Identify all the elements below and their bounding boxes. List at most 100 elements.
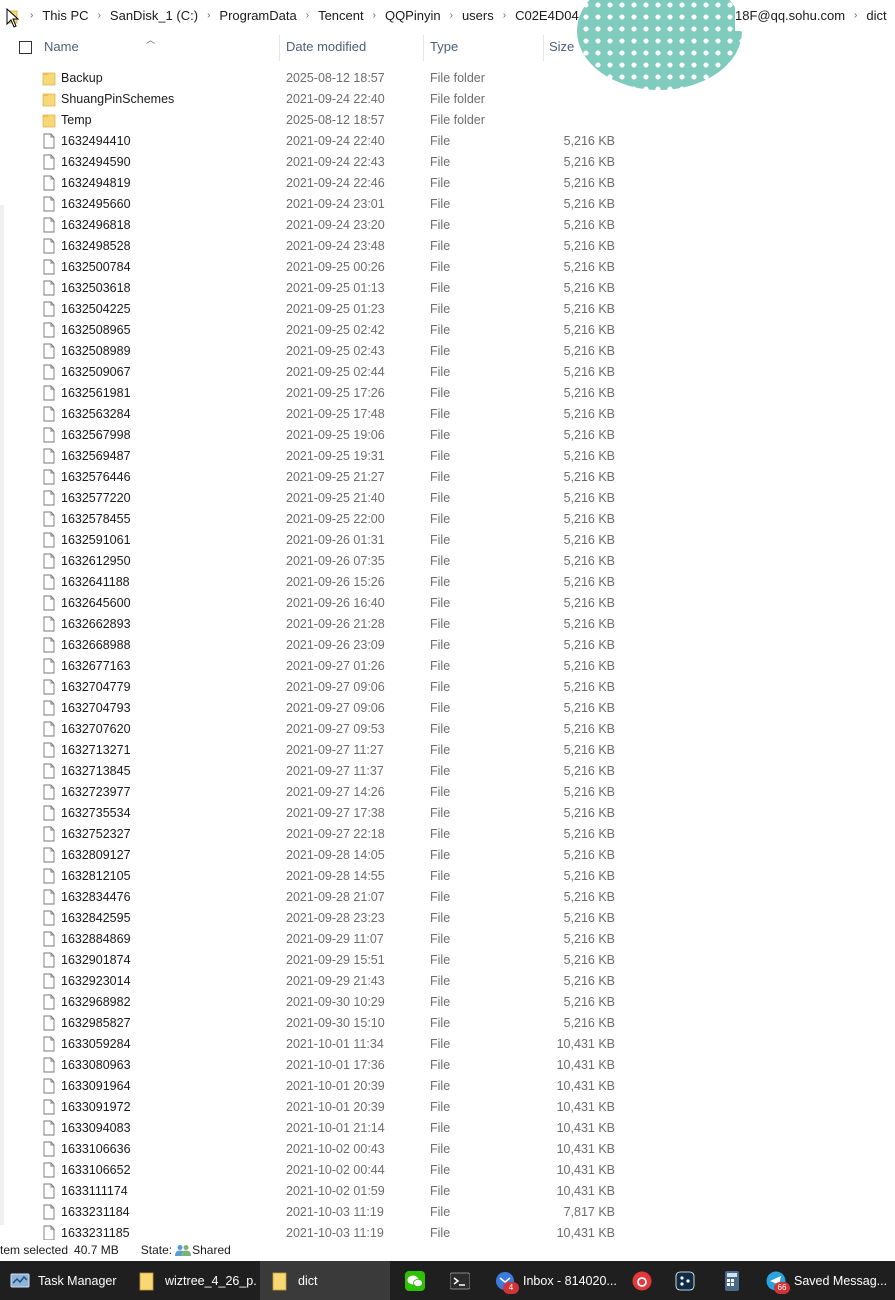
- breadcrumb-item[interactable]: C02E4D04: [515, 8, 579, 23]
- file-row[interactable]: 1632645600 2021-09-26 16:40 File 5,216 KB: [0, 593, 895, 614]
- taskbar-deepl[interactable]: [665, 1261, 705, 1300]
- file-row[interactable]: 1632968982 2021-09-30 10:29 File 5,216 KB: [0, 992, 895, 1013]
- column-divider[interactable]: [279, 35, 280, 61]
- file-date: 2021-09-24 23:48: [286, 239, 385, 253]
- folder-row[interactable]: ShuangPinSchemes 2021-09-24 22:40 File fol…: [0, 89, 895, 110]
- file-row[interactable]: 1632561981 2021-09-25 17:26 File 5,216 KB: [0, 383, 895, 404]
- breadcrumb-chevron-icon[interactable]: ›: [373, 10, 376, 21]
- breadcrumb-item[interactable]: QQPinyin: [385, 8, 441, 23]
- column-divider[interactable]: [543, 35, 544, 61]
- file-row[interactable]: 1632591061 2021-09-26 01:31 File 5,216 KB: [0, 530, 895, 551]
- taskbar-wechat[interactable]: [395, 1261, 437, 1300]
- file-row[interactable]: 1632713845 2021-09-27 11:37 File 5,216 KB: [0, 761, 895, 782]
- folder-row[interactable]: Temp 2025-08-12 18:57 File folder: [0, 110, 895, 131]
- file-row[interactable]: 1632752327 2021-09-27 22:18 File 5,216 KB: [0, 824, 895, 845]
- breadcrumb-chevron-icon[interactable]: ›: [503, 10, 506, 21]
- file-row[interactable]: 1632668988 2021-09-26 23:09 File 5,216 KB: [0, 635, 895, 656]
- file-row[interactable]: 1632563284 2021-09-25 17:48 File 5,216 KB: [0, 404, 895, 425]
- file-row[interactable]: 1632494819 2021-09-24 22:46 File 5,216 KB: [0, 173, 895, 194]
- file-row[interactable]: 1632735534 2021-09-27 17:38 File 5,216 KB: [0, 803, 895, 824]
- taskbar-dict[interactable]: dict: [260, 1261, 390, 1300]
- file-row[interactable]: 1632509067 2021-09-25 02:44 File 5,216 KB: [0, 362, 895, 383]
- file-row[interactable]: 1632923014 2021-09-29 21:43 File 5,216 KB: [0, 971, 895, 992]
- file-row[interactable]: 1632842595 2021-09-28 23:23 File 5,216 KB: [0, 908, 895, 929]
- column-size[interactable]: Size: [549, 39, 574, 54]
- breadcrumb-chevron-icon[interactable]: ›: [854, 10, 857, 21]
- file-row[interactable]: 1632498528 2021-09-24 23:48 File 5,216 KB: [0, 236, 895, 257]
- file-row[interactable]: 1633091964 2021-10-01 20:39 File 10,431 KB: [0, 1076, 895, 1097]
- file-row[interactable]: 1633080963 2021-10-01 17:36 File 10,431 KB: [0, 1055, 895, 1076]
- file-row[interactable]: 1633094083 2021-10-01 21:14 File 10,431 KB: [0, 1118, 895, 1139]
- file-name: 1632884869: [61, 932, 131, 946]
- taskbar-calculator[interactable]: [712, 1261, 752, 1300]
- file-row[interactable]: 1632809127 2021-09-28 14:05 File 5,216 KB: [0, 845, 895, 866]
- taskbar-music[interactable]: [622, 1261, 660, 1300]
- breadcrumb-chevron-icon[interactable]: ›: [98, 10, 101, 21]
- file-row[interactable]: 1632901874 2021-09-29 15:51 File 5,216 KB: [0, 950, 895, 971]
- file-size: 7,817 KB: [563, 1205, 615, 1219]
- breadcrumb-chevron-icon[interactable]: ›: [207, 10, 210, 21]
- file-row[interactable]: 1632812105 2021-09-28 14:55 File 5,216 KB: [0, 866, 895, 887]
- file-row[interactable]: 1632494410 2021-09-24 22:40 File 5,216 KB: [0, 131, 895, 152]
- file-type: File folder: [430, 113, 485, 127]
- taskbar-task-manager[interactable]: Task Manager: [0, 1261, 122, 1300]
- folder-row[interactable]: Backup 2025-08-12 18:57 File folder: [0, 68, 895, 89]
- file-row[interactable]: 1632504225 2021-09-25 01:23 File 5,216 KB: [0, 299, 895, 320]
- taskbar-inbox[interactable]: 4 Inbox - 814020...: [485, 1261, 620, 1300]
- file-row[interactable]: 1633106636 2021-10-02 00:43 File 10,431 KB: [0, 1139, 895, 1160]
- breadcrumb-item[interactable]: dict: [866, 8, 886, 23]
- file-row[interactable]: 1633231184 2021-10-03 11:19 File 7,817 KB: [0, 1202, 895, 1223]
- file-type: File: [430, 386, 451, 400]
- taskbar-wiztree[interactable]: wiztree_4_26_p...: [127, 1261, 257, 1300]
- file-row[interactable]: 1632612950 2021-09-26 07:35 File 5,216 KB: [0, 551, 895, 572]
- column-type[interactable]: Type: [430, 39, 458, 54]
- breadcrumb-item[interactable]: Tencent: [318, 8, 364, 23]
- file-row[interactable]: 1632704779 2021-09-27 09:06 File 5,216 KB: [0, 677, 895, 698]
- file-row[interactable]: 1632508965 2021-09-25 02:42 File 5,216 KB: [0, 320, 895, 341]
- file-row[interactable]: 1632494590 2021-09-24 22:43 File 5,216 KB: [0, 152, 895, 173]
- file-row[interactable]: 1632985827 2021-09-30 15:10 File 5,216 KB: [0, 1013, 895, 1034]
- file-row[interactable]: 1632500784 2021-09-25 00:26 File 5,216 KB: [0, 257, 895, 278]
- file-row[interactable]: 1632884869 2021-09-29 11:07 File 5,216 KB: [0, 929, 895, 950]
- column-divider[interactable]: [423, 35, 424, 61]
- file-row[interactable]: 1632503618 2021-09-25 01:13 File 5,216 KB: [0, 278, 895, 299]
- select-all-checkbox[interactable]: [19, 41, 32, 54]
- breadcrumb-chevron-icon[interactable]: ›: [30, 10, 33, 21]
- file-row[interactable]: 1632834476 2021-09-28 21:07 File 5,216 KB: [0, 887, 895, 908]
- file-icon: [43, 175, 55, 191]
- file-date: 2021-09-26 23:09: [286, 638, 385, 652]
- file-type: File: [430, 701, 451, 715]
- file-row[interactable]: 1632508989 2021-09-25 02:43 File 5,216 KB: [0, 341, 895, 362]
- breadcrumb-item[interactable]: This PC: [42, 8, 88, 23]
- file-row[interactable]: 1632707620 2021-09-27 09:53 File 5,216 KB: [0, 719, 895, 740]
- taskbar-telegram[interactable]: 66 Saved Messag...: [756, 1261, 895, 1300]
- file-row[interactable]: 1632496818 2021-09-24 23:20 File 5,216 KB: [0, 215, 895, 236]
- file-row[interactable]: 1632704793 2021-09-27 09:06 File 5,216 KB: [0, 698, 895, 719]
- file-row[interactable]: 1633059284 2021-10-01 11:34 File 10,431 KB: [0, 1034, 895, 1055]
- file-row[interactable]: 1632577220 2021-09-25 21:40 File 5,216 KB: [0, 488, 895, 509]
- file-row[interactable]: 1632662893 2021-09-26 21:28 File 5,216 KB: [0, 614, 895, 635]
- file-row[interactable]: 1632677163 2021-09-27 01:26 File 5,216 KB: [0, 656, 895, 677]
- breadcrumb-chevron-icon[interactable]: ›: [450, 10, 453, 21]
- file-row[interactable]: 1632567998 2021-09-25 19:06 File 5,216 KB: [0, 425, 895, 446]
- breadcrumb-chevron-icon[interactable]: ›: [306, 10, 309, 21]
- file-row[interactable]: 1632576446 2021-09-25 21:27 File 5,216 KB: [0, 467, 895, 488]
- file-row[interactable]: 1632723977 2021-09-27 14:26 File 5,216 KB: [0, 782, 895, 803]
- breadcrumb-item[interactable]: 18F@qq.sohu.com: [735, 8, 845, 23]
- file-row[interactable]: 1632641188 2021-09-26 15:26 File 5,216 KB: [0, 572, 895, 593]
- file-row[interactable]: 1632495660 2021-09-24 23:01 File 5,216 KB: [0, 194, 895, 215]
- file-row[interactable]: 1633111174 2021-10-02 01:59 File 10,431 KB: [0, 1181, 895, 1202]
- file-row[interactable]: 1633106652 2021-10-02 00:44 File 10,431 KB: [0, 1160, 895, 1181]
- breadcrumb-item[interactable]: ProgramData: [219, 8, 296, 23]
- breadcrumb-item[interactable]: SanDisk_1 (C:): [110, 8, 198, 23]
- column-date[interactable]: Date modified: [286, 39, 366, 54]
- breadcrumb-item[interactable]: users: [462, 8, 494, 23]
- taskbar-terminal[interactable]: [440, 1261, 482, 1300]
- file-type: File: [430, 827, 451, 841]
- file-row[interactable]: 1632569487 2021-09-25 19:31 File 5,216 KB: [0, 446, 895, 467]
- file-row[interactable]: 1632578455 2021-09-25 22:00 File 5,216 KB: [0, 509, 895, 530]
- column-name[interactable]: Name: [44, 39, 79, 54]
- file-row[interactable]: 1632713271 2021-09-27 11:27 File 5,216 KB: [0, 740, 895, 761]
- file-row[interactable]: 1633091972 2021-10-01 20:39 File 10,431 KB: [0, 1097, 895, 1118]
- file-name: 1633091972: [61, 1100, 131, 1114]
